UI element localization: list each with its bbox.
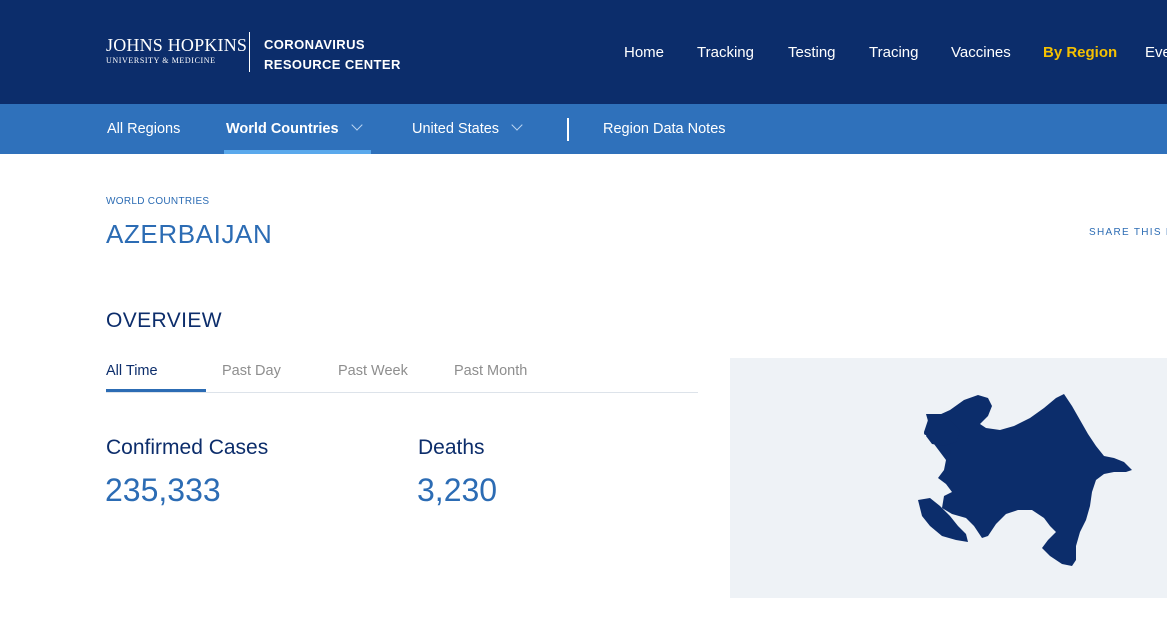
time-range-tabs: All Time Past Day Past Week Past Month: [106, 362, 698, 393]
tab-active-indicator: [106, 389, 206, 392]
nav-tracing[interactable]: Tracing: [869, 44, 918, 61]
site-header: JOHNS HOPKINS UNIVERSITY & MEDICINE CORO…: [0, 0, 1167, 104]
deaths-value: 3,230: [417, 472, 498, 508]
breadcrumb[interactable]: WORLD COUNTRIES: [106, 196, 209, 207]
confirmed-cases-value: 235,333: [105, 472, 221, 508]
azerbaijan-map-icon: [918, 394, 1132, 566]
subnav-region-data-notes[interactable]: Region Data Notes: [603, 121, 726, 137]
subnav-region-data-notes-label: Region Data Notes: [603, 121, 726, 137]
subnav-all-regions-label: All Regions: [107, 121, 181, 137]
logo-line-2: UNIVERSITY & MEDICINE: [106, 56, 216, 65]
tab-past-month[interactable]: Past Month: [454, 363, 527, 379]
johns-hopkins-logo[interactable]: JOHNS HOPKINS UNIVERSITY & MEDICINE: [106, 35, 247, 66]
nav-home[interactable]: Home: [624, 44, 664, 61]
tab-all-time[interactable]: All Time: [106, 363, 158, 379]
tab-past-week[interactable]: Past Week: [338, 363, 408, 379]
resource-center-logo[interactable]: CORONAVIRUS RESOURCE CENTER: [264, 35, 401, 75]
logo-line-1: JOHNS HOPKINS: [106, 35, 248, 55]
subnav-united-states-label: United States: [412, 121, 500, 137]
chevron-down-icon: [350, 119, 363, 131]
nav-by-region[interactable]: By Region: [1043, 44, 1117, 61]
confirmed-cases-label: Confirmed Cases: [106, 436, 269, 459]
nav-events-truncated[interactable]: Eve: [1145, 44, 1167, 61]
deaths-label: Deaths: [418, 436, 485, 459]
nav-tracking[interactable]: Tracking: [697, 44, 754, 61]
subnav-divider: [567, 118, 569, 141]
overview-heading: OVERVIEW: [106, 309, 223, 332]
logo-center-line-1: CORONAVIRUS: [264, 37, 365, 52]
logo-center-line-2: RESOURCE CENTER: [264, 57, 401, 72]
subnav-world-countries[interactable]: World Countries: [226, 119, 363, 137]
nav-testing[interactable]: Testing: [788, 44, 836, 61]
tab-past-day[interactable]: Past Day: [222, 363, 281, 379]
subnav-united-states[interactable]: United States: [412, 119, 523, 137]
subnav-all-regions[interactable]: All Regions: [107, 121, 180, 137]
country-map-panel: [730, 358, 1167, 598]
region-subnav: All Regions World Countries United State…: [0, 104, 1167, 154]
subnav-active-indicator: [224, 150, 371, 154]
chevron-down-icon: [511, 119, 523, 131]
page-title: AZERBAIJAN: [106, 219, 273, 249]
share-page-link[interactable]: SHARE THIS P: [1089, 227, 1167, 238]
nav-vaccines[interactable]: Vaccines: [951, 44, 1011, 61]
subnav-world-countries-label: World Countries: [226, 121, 339, 137]
logo-divider: [249, 32, 250, 72]
